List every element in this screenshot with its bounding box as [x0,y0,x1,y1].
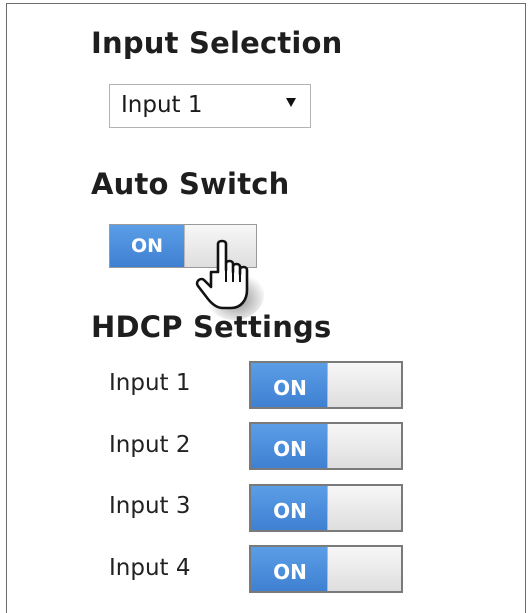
hdcp-input-1-label: Input 1 [109,370,191,396]
auto-switch-on-label: ON [110,225,184,267]
hdcp-settings-heading: HDCP Settings [91,310,332,344]
hdcp-input-3-label: Input 3 [109,493,191,519]
hdcp-input-3-knob [327,486,401,530]
chevron-down-icon [286,98,296,107]
hand-pointer-icon [195,239,264,320]
input-select[interactable]: Input 1 [109,84,311,128]
hdcp-input-2-on-label: ON [251,424,329,468]
hdcp-input-4-label: Input 4 [109,555,191,581]
hdcp-input-4-knob [327,547,401,591]
hdcp-input-4-toggle[interactable]: ON [249,545,403,593]
hdcp-input-2-label: Input 2 [109,432,191,458]
hdcp-input-1-on-label: ON [251,363,329,407]
auto-switch-heading: Auto Switch [91,167,290,201]
hdcp-input-3-on-label: ON [251,486,329,530]
hdcp-input-4-on-label: ON [251,547,329,591]
hdcp-input-2-knob [327,424,401,468]
input-selection-heading: Input Selection [91,26,343,60]
hdcp-input-3-toggle[interactable]: ON [249,484,403,532]
hdcp-input-2-toggle[interactable]: ON [249,422,403,470]
hdcp-input-1-toggle[interactable]: ON [249,361,403,409]
input-select-value: Input 1 [121,92,203,118]
hdcp-input-1-knob [327,363,401,407]
